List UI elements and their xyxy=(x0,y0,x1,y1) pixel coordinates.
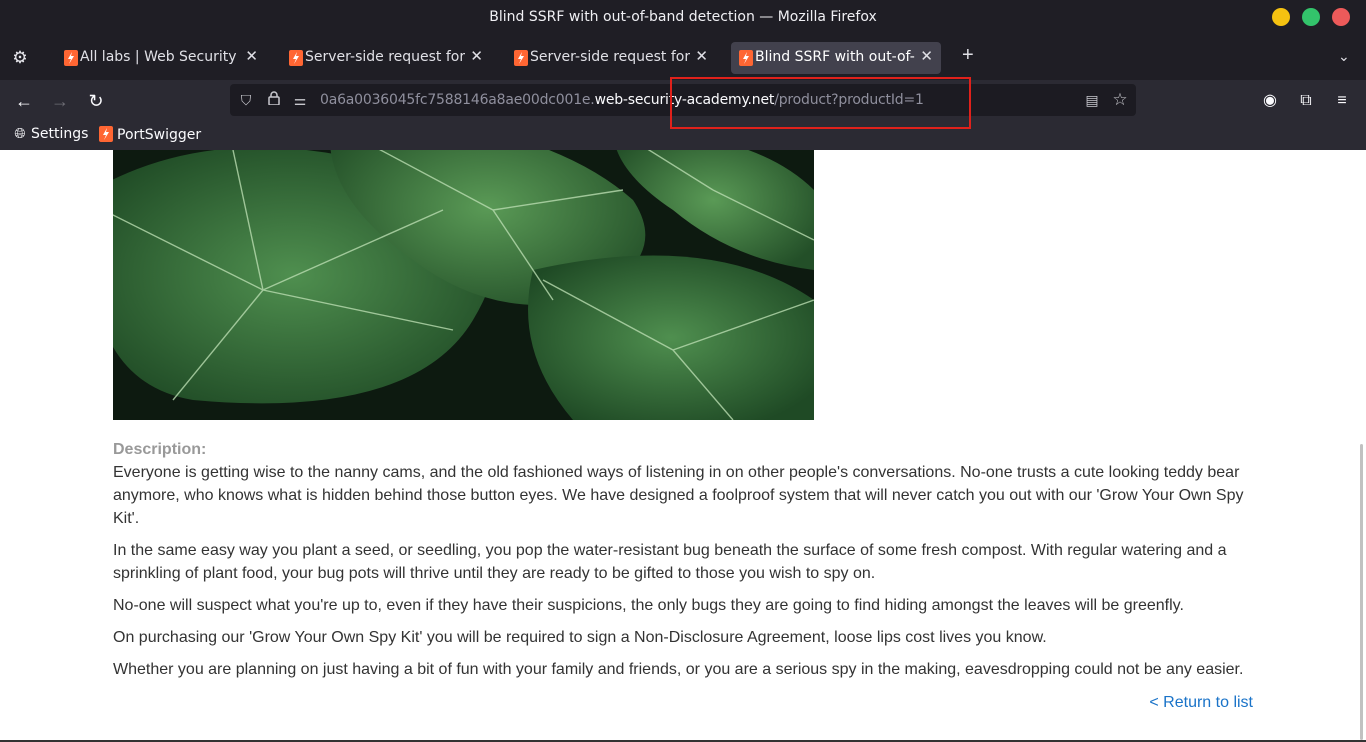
account-icon[interactable]: ◉ xyxy=(1258,89,1282,113)
description-paragraph: No-one will suspect what you're up to, e… xyxy=(113,597,1184,614)
menu-icon[interactable]: ≡ xyxy=(1330,89,1354,113)
forward-arrow-icon[interactable]: → xyxy=(48,89,72,113)
url-subdomain: 0a6a0036045fc7588146a8ae00dc001e. xyxy=(320,92,595,108)
product-image xyxy=(113,150,814,420)
tab-ssrf-1[interactable]: Server-side request forgery ✕ xyxy=(281,42,491,74)
portswigger-icon xyxy=(739,50,753,66)
lock-icon[interactable] xyxy=(264,90,284,110)
bookmark-star-icon[interactable]: ☆ xyxy=(1110,90,1130,110)
chevron-down-icon[interactable]: ⌄ xyxy=(1338,48,1350,65)
tab-all-labs[interactable]: All labs | Web Security Academy ✕ xyxy=(56,42,266,74)
return-to-list-link[interactable]: < Return to list xyxy=(1149,694,1253,712)
shield-icon[interactable]: ⛉ xyxy=(236,90,256,110)
globe-icon: 🌐︎ xyxy=(14,126,26,142)
bookmark-settings[interactable]: 🌐︎ Settings xyxy=(12,126,88,142)
portswigger-icon xyxy=(99,126,113,142)
description-paragraph: Everyone is getting wise to the nanny ca… xyxy=(113,464,1244,527)
description-paragraph: In the same easy way you plant a seed, o… xyxy=(113,542,1227,582)
reload-icon[interactable]: ↻ xyxy=(84,89,108,113)
close-window-button[interactable] xyxy=(1332,8,1350,26)
portswigger-icon xyxy=(64,50,78,66)
tab-ssrf-2[interactable]: Server-side request forgery ✕ xyxy=(506,42,716,74)
bookmark-label: PortSwigger xyxy=(117,127,202,143)
permissions-icon[interactable]: ⚌ xyxy=(290,90,310,110)
close-tab-icon[interactable]: ✕ xyxy=(920,47,933,65)
new-tab-icon[interactable]: + xyxy=(962,44,974,67)
tab-strip: ⚙ All labs | Web Security Academy ✕ Serv… xyxy=(0,36,1366,80)
url-highlight-annotation xyxy=(670,77,971,129)
tab-label: Server-side request forgery xyxy=(305,49,465,65)
description-paragraph: On purchasing our 'Grow Your Own Spy Kit… xyxy=(113,629,1047,646)
tab-label: Server-side request forgery xyxy=(530,49,690,65)
page-scrollbar[interactable] xyxy=(1360,444,1363,740)
maximize-button[interactable] xyxy=(1302,8,1320,26)
close-tab-icon[interactable]: ✕ xyxy=(470,47,483,65)
close-tab-icon[interactable]: ✕ xyxy=(245,47,258,65)
tab-blind-ssrf[interactable]: Blind SSRF with out-of-band detection ✕ xyxy=(731,42,941,74)
description-label: Description: xyxy=(113,441,207,458)
title-bar: Blind SSRF with out-of-band detection — … xyxy=(0,0,1366,36)
tab-label: Blind SSRF with out-of-band detection xyxy=(755,49,915,65)
description-paragraph: Whether you are planning on just having … xyxy=(113,661,1244,678)
page-content: Description: Everyone is getting wise to… xyxy=(0,150,1366,742)
close-tab-icon[interactable]: ✕ xyxy=(695,47,708,65)
bookmark-label: Settings xyxy=(31,126,89,142)
portswigger-icon xyxy=(514,50,528,66)
portswigger-icon xyxy=(289,50,303,66)
bookmark-portswigger[interactable]: PortSwigger xyxy=(98,126,201,143)
minimize-button[interactable] xyxy=(1272,8,1290,26)
tab-label: All labs | Web Security Academy xyxy=(80,49,240,65)
gear-icon[interactable]: ⚙ xyxy=(10,48,30,68)
window-title: Blind SSRF with out-of-band detection — … xyxy=(489,9,877,25)
extensions-icon[interactable]: ⧉ xyxy=(1294,89,1318,113)
back-arrow-icon[interactable]: ← xyxy=(12,89,36,113)
reader-view-icon[interactable]: ▤ xyxy=(1082,90,1102,110)
